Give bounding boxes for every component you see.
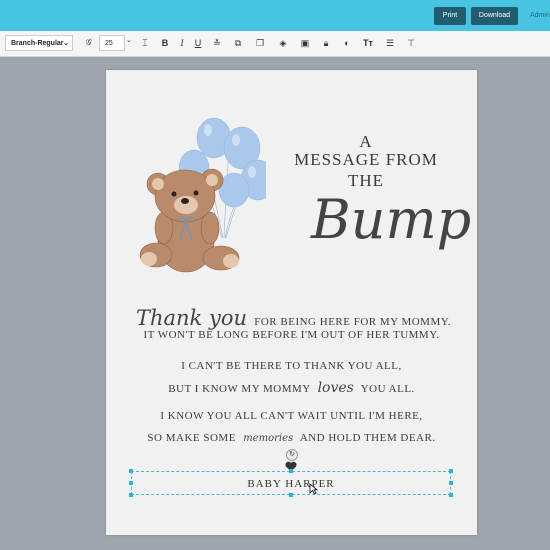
font-family-select[interactable]: Branch-Regular ⌄ bbox=[5, 35, 73, 51]
type-icon[interactable]: 𝒢 bbox=[82, 36, 94, 50]
copy-icon[interactable]: ❐ bbox=[254, 36, 266, 50]
title-script-bump[interactable]: Bump bbox=[311, 188, 471, 251]
layers-icon[interactable]: ◈ bbox=[277, 36, 289, 50]
poem-line-6[interactable]: SO MAKE SOME memories AND HOLD THEM DEAR… bbox=[106, 432, 477, 444]
poem-line-2[interactable]: IT WON'T BE LONG BEFORE I'M OUT OF HER T… bbox=[106, 329, 477, 341]
poem-script-loves: loves bbox=[317, 380, 354, 396]
italic-icon[interactable]: I bbox=[176, 36, 188, 50]
poem-line-4[interactable]: BUT I KNOW MY MOMMY loves YOU ALL. bbox=[106, 380, 477, 396]
align-icon[interactable]: ≛ bbox=[211, 36, 223, 50]
admin-link[interactable]: Admin bbox=[530, 7, 550, 25]
poem-script-thank-you: Thank you bbox=[135, 306, 247, 330]
poem-line-6-post: AND HOLD THEM DEAR. bbox=[299, 432, 436, 444]
poem-line-6-pre: SO MAKE SOME bbox=[147, 432, 236, 444]
download-button[interactable]: Download bbox=[471, 7, 518, 25]
poem-line-3[interactable]: I CAN'T BE THERE TO THANK YOU ALL, bbox=[106, 360, 477, 372]
text-style-icon[interactable]: Tт bbox=[362, 36, 374, 50]
resize-handle-bottom-right[interactable] bbox=[449, 493, 453, 497]
fill-icon[interactable]: ◐ bbox=[341, 36, 353, 50]
lock-icon[interactable]: 🔒︎ bbox=[320, 36, 332, 50]
resize-handle-top-right[interactable] bbox=[449, 469, 453, 473]
text-transform-icon[interactable]: ⊤ bbox=[405, 36, 417, 50]
chevron-down-icon: ⌄ bbox=[63, 40, 69, 47]
resize-handle-top-left[interactable] bbox=[129, 469, 133, 473]
text-toolbar: Branch-Regular ⌄ 𝒢 25 ⌄ ⌶ B I U ≛ ⧉ ❐ ◈ … bbox=[0, 31, 550, 57]
poem-line-5[interactable]: I KNOW YOU ALL CAN'T WAIT UNTIL I'M HERE… bbox=[106, 410, 477, 422]
bold-icon[interactable]: B bbox=[159, 36, 171, 50]
poem-line-4-pre: BUT I KNOW MY MOMMY bbox=[168, 383, 311, 395]
app-header: Print Download Admin bbox=[0, 0, 550, 31]
rotate-icon[interactable]: ↻ bbox=[286, 449, 298, 461]
line-spacing-icon[interactable]: ☰ bbox=[384, 36, 396, 50]
font-family-value: Branch-Regular bbox=[11, 40, 64, 47]
poem-line-4-post: YOU ALL. bbox=[360, 383, 415, 395]
baby-name-text[interactable]: BABY HARPER bbox=[131, 478, 451, 490]
print-button[interactable]: Print bbox=[434, 7, 466, 25]
underline-icon[interactable]: U bbox=[192, 36, 204, 50]
text-height-icon[interactable]: ⌶ bbox=[139, 36, 151, 50]
resize-handle-bottom-left[interactable] bbox=[129, 493, 133, 497]
mouse-cursor-icon bbox=[309, 483, 318, 495]
title-line-2[interactable]: MESSAGE FROM bbox=[276, 150, 456, 170]
teddy-bear-balloons-illustration bbox=[139, 117, 266, 273]
title-line-1[interactable]: A bbox=[276, 132, 456, 152]
poem-line-1-text: FOR BEING HERE FOR MY MOMMY. bbox=[254, 316, 452, 328]
duplicate-icon[interactable]: ▣ bbox=[299, 36, 311, 50]
poem-line-1[interactable]: Thank you FOR BEING HERE FOR MY MOMMY. bbox=[106, 306, 477, 330]
poem-script-memories: memories bbox=[243, 433, 294, 444]
image-icon[interactable]: ⧉ bbox=[232, 36, 244, 50]
resize-handle-bottom[interactable] bbox=[289, 493, 293, 497]
chevron-down-icon[interactable]: ⌄ bbox=[126, 36, 132, 44]
resize-handle-top[interactable] bbox=[289, 469, 293, 473]
font-size-input[interactable]: 25 bbox=[99, 35, 125, 51]
